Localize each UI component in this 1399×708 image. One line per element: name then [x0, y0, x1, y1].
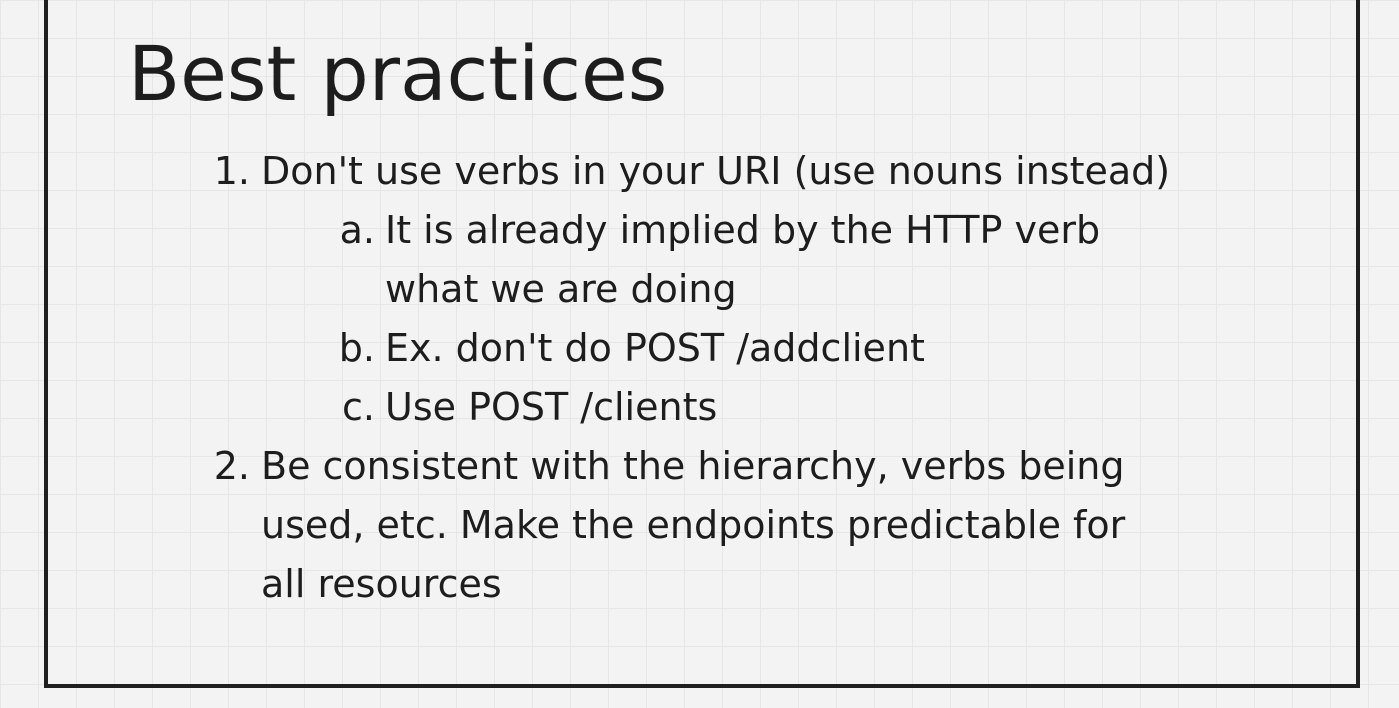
list-item-text: Ex. don't do POST /addclient [385, 326, 925, 370]
list-marker: 2. [213, 444, 250, 488]
list-item-text: all resources [261, 562, 502, 606]
list-item-text: Use POST /clients [385, 385, 718, 429]
list-item-text: what we are doing [385, 267, 737, 311]
list-item-text: Be consistent with the hierarchy, verbs … [261, 444, 1125, 488]
list-item-text: It is already implied by the HTTP verb [385, 208, 1101, 252]
list-marker: 1. [213, 149, 250, 193]
list-item-text: Don't use verbs in your URI (use nouns i… [261, 149, 1171, 193]
slide-title: Best practices [128, 29, 668, 118]
list-marker: b. [338, 326, 375, 370]
list-item-text: used, etc. Make the endpoints predictabl… [261, 503, 1126, 547]
list-marker: a. [339, 208, 375, 252]
list-marker: c. [342, 385, 375, 429]
